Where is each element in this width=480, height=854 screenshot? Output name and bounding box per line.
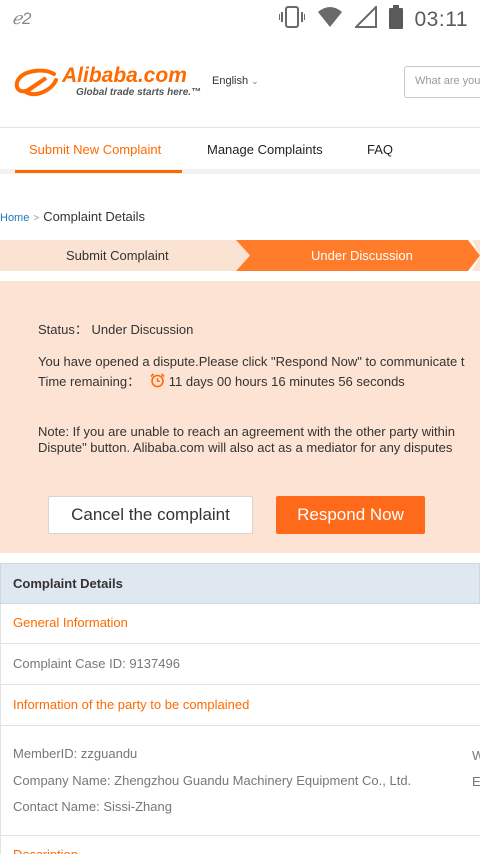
search-input[interactable]: What are you [404,66,480,98]
time-remaining-label: Time remaining： [38,374,141,389]
complaint-details-section: Complaint Details General Information Co… [0,563,480,854]
tab-submit-new-complaint[interactable]: Submit New Complaint [29,142,161,157]
dispute-message: You have opened a dispute.Please click "… [38,354,465,369]
note-line-2: Dispute" button. Alibaba.com will also a… [38,440,453,455]
signal-icon [353,4,377,33]
tab-faq[interactable]: FAQ [367,142,393,157]
status-value: Under Discussion [91,322,194,337]
breadcrumb-current: Complaint Details [43,209,146,224]
language-selector[interactable]: English ⌄ [212,75,259,87]
breadcrumb-home-link[interactable]: Home [0,212,29,224]
language-label: English [212,75,249,87]
party-information-heading: Information of the party to be complaine… [0,685,480,726]
logo-tagline: Global trade starts here.™ [76,87,202,98]
cut-off-field-2: E [472,774,480,789]
clock-time: 03:11 [414,7,468,31]
alibaba-logo[interactable]: Alibaba.com Global trade starts here.™ [14,64,204,108]
breadcrumb: Home > Complaint Details [0,209,145,224]
status-line: Status： Under Discussion [38,319,193,338]
description-heading: Description [0,836,480,854]
logo-wordmark: Alibaba.com [62,64,187,87]
contact-name: Contact Name: Sissi-Zhang [13,799,172,814]
cut-off-field-1: W [472,748,480,763]
vibrate-icon [277,5,306,34]
alibaba-logo-icon [14,68,58,97]
site-header: Alibaba.com Global trade starts here.™ E… [0,38,480,128]
step-under-discussion: Under Discussion [311,248,413,263]
party-information-block: MemberID: zzguandu Company Name: Zhengzh… [0,726,480,836]
chevron-down-icon: ⌄ [251,76,259,86]
tab-bar: Submit New Complaint Manage Complaints F… [0,128,480,174]
alibaba-notification-icon: ℯ2 [12,9,32,28]
time-remaining-value: 11 days 00 hours 16 minutes 56 seconds [168,374,405,389]
member-id: MemberID: zzguandu [13,746,138,761]
step-submit-complaint: Submit Complaint [66,248,169,263]
alarm-clock-icon [150,373,165,391]
company-name: Company Name: Zhengzhou Guandu Machinery… [13,773,412,788]
note-line-1: Note: If you are unable to reach an agre… [38,424,455,439]
battery-icon [388,5,403,34]
respond-now-button[interactable]: Respond Now [276,496,425,534]
active-tab-indicator [15,170,182,173]
breadcrumb-separator: > [33,213,40,224]
progress-steps: Submit Complaint Under Discussion [0,240,480,271]
general-information-heading: General Information [0,604,480,644]
complaint-case-id: Complaint Case ID: 9137496 [0,644,480,685]
dispute-status-panel: Status： Under Discussion You have opened… [0,281,480,553]
tab-manage-complaints[interactable]: Manage Complaints [207,142,323,157]
status-bar: ℯ2 03:11 [0,0,480,38]
wifi-icon [317,6,343,33]
time-remaining-line: Time remaining： 11 days 00 hours 16 minu… [38,371,405,391]
complaint-details-heading: Complaint Details [0,563,480,604]
status-label: Status： [38,322,88,337]
cancel-complaint-button[interactable]: Cancel the complaint [48,496,253,534]
